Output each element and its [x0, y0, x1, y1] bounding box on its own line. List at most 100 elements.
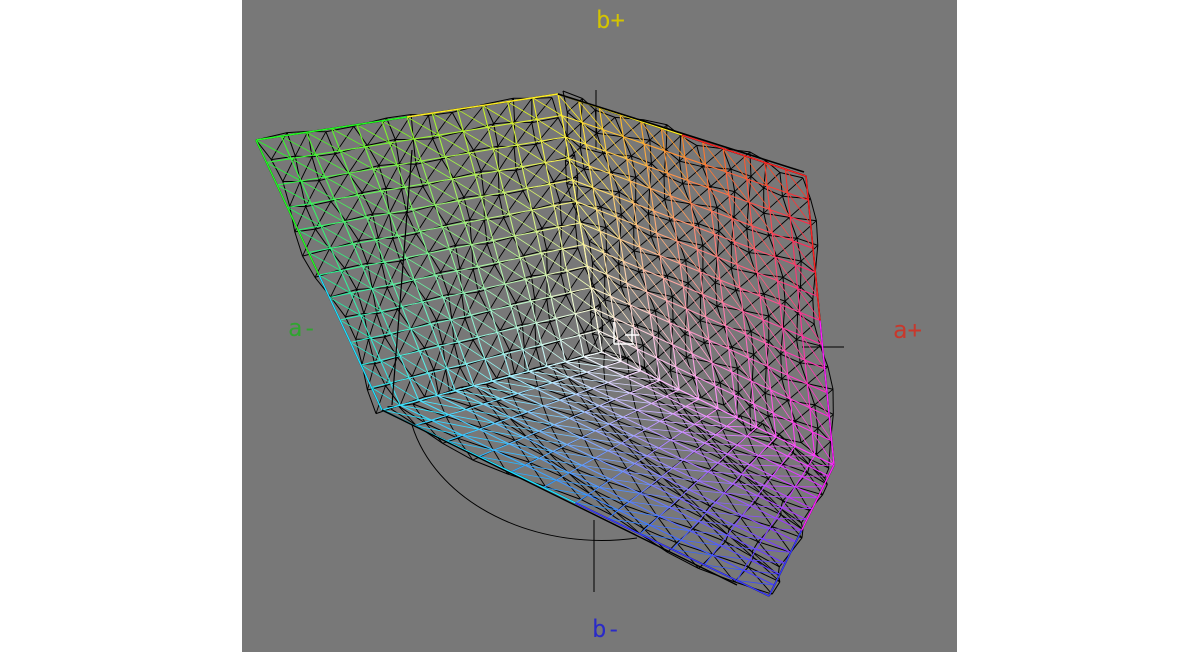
mesh-back-line — [401, 188, 407, 213]
mesh-line — [330, 243, 354, 249]
mesh-diagonal — [507, 101, 538, 120]
mesh-back-line — [647, 188, 651, 214]
mesh-back-diagonal — [689, 186, 711, 205]
mesh-back-line — [807, 383, 834, 390]
mesh-line — [531, 209, 538, 232]
mesh-back-line — [549, 321, 558, 343]
mesh-back-line — [498, 195, 505, 218]
mesh-diagonal — [422, 301, 451, 320]
mesh-back-line — [560, 250, 562, 274]
mesh-line — [457, 341, 467, 364]
mesh-back-diagonal — [412, 115, 429, 140]
mesh-diagonal — [483, 403, 528, 413]
mesh-back-diagonal — [768, 400, 788, 417]
mesh-line — [510, 464, 526, 473]
mesh-back-line — [366, 145, 380, 166]
mesh-back-diagonal — [289, 181, 301, 207]
mesh-back-line — [368, 338, 376, 364]
mesh-line — [784, 169, 789, 194]
mesh-back-line — [472, 339, 486, 360]
mesh-diagonal — [801, 475, 829, 477]
mesh-diagonal — [741, 473, 773, 477]
mesh-back-line — [814, 404, 834, 415]
mesh-back-diagonal — [561, 447, 577, 470]
mesh-line — [555, 472, 570, 481]
mesh-line — [445, 152, 470, 158]
mesh-line — [427, 373, 438, 396]
mesh-diagonal — [306, 131, 341, 152]
mesh-back-diagonal — [355, 313, 365, 340]
mesh-diagonal — [772, 475, 802, 477]
mesh-diagonal — [450, 319, 479, 338]
mesh-back-diagonal — [591, 171, 613, 189]
mesh-line — [434, 275, 444, 298]
mesh-back-line — [546, 250, 548, 275]
mesh-line — [413, 279, 423, 303]
mesh-line — [772, 465, 781, 477]
mesh-line — [404, 182, 429, 188]
mesh-back-line — [800, 261, 802, 287]
mesh-back-diagonal — [377, 213, 390, 239]
mesh-back-diagonal — [451, 294, 463, 320]
mesh-line — [570, 286, 592, 293]
mesh-back-diagonal — [294, 131, 309, 157]
mesh-back-line — [648, 213, 671, 222]
mesh-line — [736, 435, 748, 446]
mesh-back-line — [642, 430, 673, 440]
mesh-line — [583, 244, 588, 267]
mesh-line — [484, 283, 506, 290]
mesh-back-line — [576, 176, 579, 202]
mesh-back-diagonal — [723, 392, 739, 406]
mesh-line — [581, 457, 596, 466]
mesh-back-diagonal — [738, 479, 756, 503]
mesh-line — [636, 348, 642, 371]
mesh-line — [266, 158, 292, 164]
mesh-line — [578, 335, 585, 357]
mesh-line — [741, 505, 751, 516]
mesh-back-line — [521, 324, 525, 349]
mesh-line — [767, 445, 789, 457]
mesh-back-line — [669, 345, 672, 371]
mesh-back-line — [483, 220, 488, 244]
mesh-diagonal — [343, 221, 376, 241]
mesh-back-diagonal — [507, 377, 514, 397]
mesh-back-diagonal — [800, 245, 819, 262]
mesh-diagonal — [362, 265, 394, 285]
outline-edge-colored — [406, 93, 559, 118]
mesh-back-diagonal — [514, 98, 533, 123]
mesh-line — [541, 136, 566, 142]
mesh-line — [324, 176, 335, 200]
mesh-back-line — [699, 320, 705, 343]
mesh-diagonal — [541, 252, 567, 271]
mesh-back-diagonal — [385, 163, 400, 189]
mesh-diagonal — [706, 416, 738, 419]
mesh-diagonal — [390, 332, 420, 352]
mesh-line — [787, 455, 809, 467]
mesh-line — [380, 191, 391, 214]
mesh-diagonal — [357, 194, 390, 214]
mesh-back-line — [800, 286, 814, 300]
gamut-viewport[interactable]: b+ a+ a- b- — [242, 0, 957, 652]
mesh-back-diagonal — [498, 146, 515, 172]
mesh-back-diagonal — [626, 357, 630, 375]
mesh-back-line — [560, 273, 567, 296]
mesh-line — [463, 292, 472, 316]
mesh-back-line — [282, 181, 291, 207]
gamut-wireframe-plot[interactable] — [242, 0, 957, 652]
mesh-back-line — [531, 275, 536, 300]
mesh-line — [493, 449, 526, 466]
mesh-line — [554, 417, 570, 426]
mesh-line — [540, 253, 547, 276]
outline-edge-colored — [681, 134, 807, 177]
mesh-line — [715, 425, 727, 436]
mesh-back-line — [302, 255, 316, 278]
mesh-back-line — [455, 245, 461, 270]
mesh-back-line — [551, 97, 559, 118]
mesh-back-diagonal — [471, 219, 485, 245]
mesh-back-line — [531, 122, 537, 145]
mesh-back-line — [657, 332, 660, 358]
mesh-back-diagonal — [740, 415, 749, 436]
mesh-back-line — [436, 320, 444, 345]
mesh-back-diagonal — [748, 187, 765, 204]
mesh-back-diagonal — [682, 166, 703, 185]
